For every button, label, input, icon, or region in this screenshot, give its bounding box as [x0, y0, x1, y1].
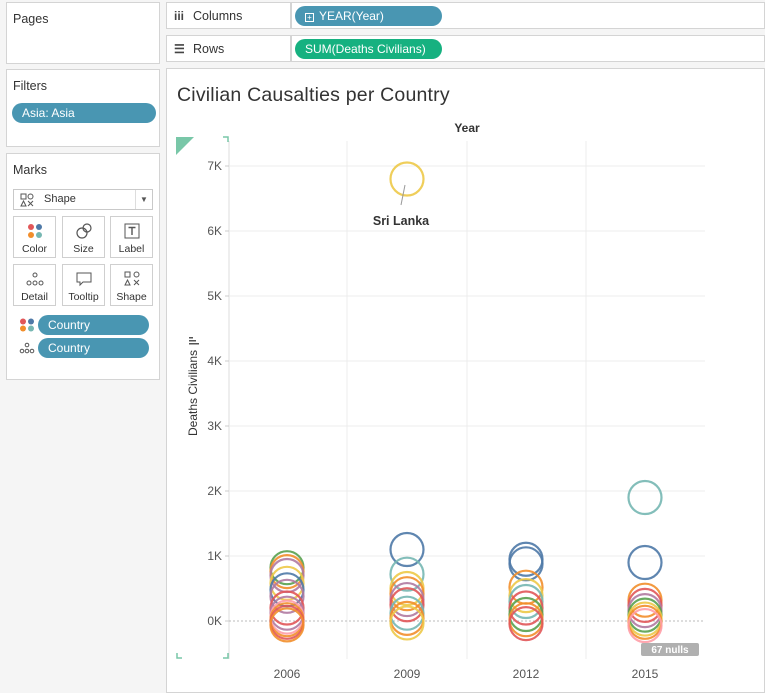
x-tick-label: 2006 — [274, 667, 301, 681]
data-point[interactable] — [389, 556, 425, 592]
mark-type-dropdown[interactable]: Shape ▼ — [13, 189, 153, 210]
x-tick-label: 2012 — [513, 667, 540, 681]
color-field-pill[interactable]: Country — [38, 315, 149, 335]
y-tick-label: 2K — [207, 484, 222, 498]
rows-pill[interactable]: SUM(Deaths Civilians) — [295, 39, 442, 59]
color-button[interactable]: Color — [13, 216, 56, 258]
tooltip-icon — [76, 272, 92, 287]
detail-label: Detail — [21, 291, 48, 303]
size-button[interactable]: Size — [62, 216, 105, 258]
expand-icon[interactable]: + — [305, 13, 314, 22]
marks-title: Marks — [13, 163, 48, 177]
color-field-row[interactable]: Country — [7, 315, 159, 335]
shape-icon — [124, 271, 140, 286]
nulls-badge-label: 67 nulls — [651, 645, 689, 656]
visualization-panel: Civilian Causalties per Country Year 0K 1K… — [166, 68, 765, 693]
rows-icon: ☰ — [174, 42, 185, 56]
column-header: Year — [454, 121, 480, 135]
label-button[interactable]: Label — [110, 216, 153, 258]
rows-label: Rows — [193, 42, 225, 56]
data-point[interactable] — [627, 544, 663, 581]
detail-field-pill[interactable]: Country — [38, 338, 149, 358]
pages-title: Pages — [13, 12, 49, 26]
y-axis-title: Deaths Civilians — [186, 350, 200, 436]
sort-icon — [189, 337, 199, 345]
decorations — [176, 136, 229, 659]
chevron-down-icon[interactable]: ▼ — [135, 190, 152, 209]
color-dots-icon — [20, 318, 34, 332]
columns-label: Columns — [193, 9, 243, 23]
data-point[interactable] — [627, 479, 663, 516]
color-label: Color — [21, 243, 48, 255]
detail-button[interactable]: Detail — [13, 264, 56, 306]
data-points[interactable] — [269, 161, 663, 644]
mark-type-label: Shape — [44, 193, 76, 205]
x-tick-label: 2015 — [632, 667, 659, 681]
filter-pill-asia[interactable]: Asia: Asia — [12, 103, 156, 123]
y-tick-label: 3K — [207, 419, 222, 433]
y-tick-label: 5K — [207, 289, 222, 303]
marks-card: Marks Shape ▼ Color Size Label Detail To… — [6, 153, 160, 380]
bracket-bottom-right — [223, 653, 229, 659]
y-tick-label: 4K — [207, 354, 222, 368]
y-axis: Year 0K 1K 2K 3K 4K 5K 6K 7K Deaths Civilians — [186, 121, 480, 628]
pages-card[interactable]: Pages — [6, 2, 160, 64]
label-label: Label — [118, 243, 145, 255]
rows-shelf-label: ☰ Rows — [166, 35, 291, 62]
columns-icon: iii — [174, 9, 185, 23]
text-label-icon — [124, 223, 140, 239]
y-tick-label: 0K — [207, 614, 222, 628]
scatter-chart[interactable]: Year 0K 1K 2K 3K 4K 5K 6K 7K Deaths Civilians 200… — [167, 69, 764, 692]
nulls-badge[interactable]: 67 nulls — [641, 643, 699, 656]
columns-shelf-label: iii Columns — [166, 2, 291, 29]
detail-field-row[interactable]: Country — [7, 338, 159, 358]
selection-corner — [176, 137, 194, 155]
filters-title: Filters — [13, 79, 48, 93]
x-tick-label: 2009 — [394, 667, 421, 681]
rows-shelf[interactable]: SUM(Deaths Civilians) — [291, 35, 765, 62]
shape-button[interactable]: Shape — [110, 264, 153, 306]
x-axis: 2006 2009 2012 2015 — [274, 667, 659, 681]
y-tick-label: 1K — [207, 549, 222, 563]
tooltip-label: Tooltip — [68, 291, 99, 303]
detail-icon — [26, 272, 44, 286]
columns-shelf[interactable]: + YEAR(Year) — [291, 2, 765, 29]
tooltip-button[interactable]: Tooltip — [62, 264, 105, 306]
color-icon — [28, 224, 42, 238]
size-label: Size — [73, 243, 94, 255]
size-icon — [76, 223, 92, 239]
columns-pill-label: YEAR(Year) — [319, 9, 384, 23]
annotation-label: Sri Lanka — [373, 214, 430, 228]
shape-icon — [20, 193, 34, 207]
columns-pill[interactable]: + YEAR(Year) — [295, 6, 442, 26]
filters-card: Filters Asia: Asia — [6, 69, 160, 147]
y-tick-label: 7K — [207, 159, 222, 173]
data-point[interactable] — [389, 161, 425, 197]
y-tick-label: 6K — [207, 224, 222, 238]
detail-dots-icon — [19, 342, 35, 354]
bracket-top-right — [223, 136, 229, 142]
shape-label: Shape — [116, 291, 147, 303]
bracket-bottom-left — [176, 653, 182, 659]
